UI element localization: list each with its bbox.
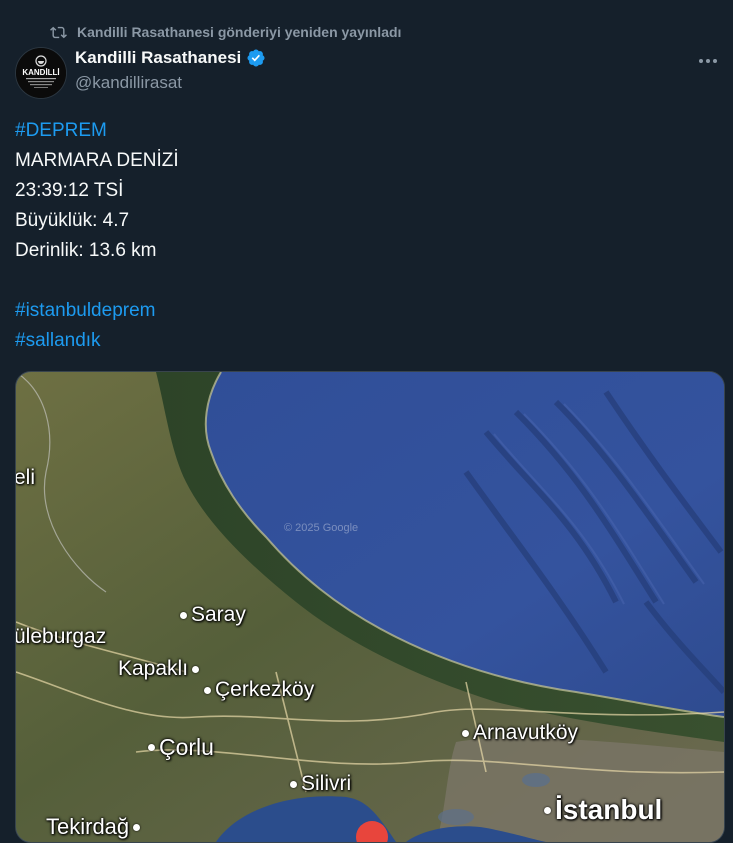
verified-badge-icon <box>247 49 265 67</box>
tweet-line-depth: Derinlik: 13.6 km <box>15 240 157 261</box>
place-label-cerkezkoy: Çerkezköy <box>204 678 314 702</box>
tweet-line-time: 23:39:12 TSİ <box>15 180 124 201</box>
hashtag-deprem[interactable]: #DEPREM <box>15 116 715 146</box>
repost-icon <box>50 26 67 38</box>
svg-text:KANDİLLİ: KANDİLLİ <box>22 68 59 77</box>
place-label-istanbul: İstanbul <box>544 794 662 826</box>
hashtag-istanbuldeprem[interactable]: #istanbuldeprem <box>15 296 715 326</box>
author-handle[interactable]: @kandillirasat <box>75 73 182 93</box>
avatar[interactable]: KANDİLLİ <box>15 47 67 99</box>
place-label-arnavutkoy: Arnavutköy <box>462 721 578 745</box>
place-label-kapakli: Kapaklı <box>118 657 200 681</box>
satellite-map <box>16 372 724 842</box>
more-options-icon[interactable] <box>695 50 721 72</box>
tweet-line-location: MARMARA DENİZİ <box>15 150 179 171</box>
kandilli-logo: KANDİLLİ <box>16 48 66 98</box>
map-image[interactable]: © 2025 Google eli Saray üleburgaz Kapakl… <box>15 371 725 843</box>
author-name-row[interactable]: Kandilli Rasathanesi <box>75 48 266 68</box>
repost-text: Kandilli Rasathanesi gönderiyi yeniden y… <box>77 24 402 40</box>
author-name[interactable]: Kandilli Rasathanesi <box>75 48 241 68</box>
place-label-luleburgaz: üleburgaz <box>15 625 107 648</box>
tweet-line-magnitude: Büyüklük: 4.7 <box>15 210 130 231</box>
place-label-saray: Saray <box>180 603 246 627</box>
place-label-eli: eli <box>15 466 36 489</box>
repost-indicator[interactable]: Kandilli Rasathanesi gönderiyi yeniden y… <box>50 21 401 43</box>
place-label-corlu: Çorlu <box>148 734 214 761</box>
map-watermark: © 2025 Google <box>284 522 359 534</box>
place-label-silivri: Silivri <box>290 772 351 796</box>
hashtag-sallandik[interactable]: #sallandık <box>15 326 715 356</box>
place-label-tekirdag: Tekirdağ <box>46 814 141 840</box>
tweet-text: #DEPREM MARMARA DENİZİ 23:39:12 TSİ Büyü… <box>15 116 715 356</box>
